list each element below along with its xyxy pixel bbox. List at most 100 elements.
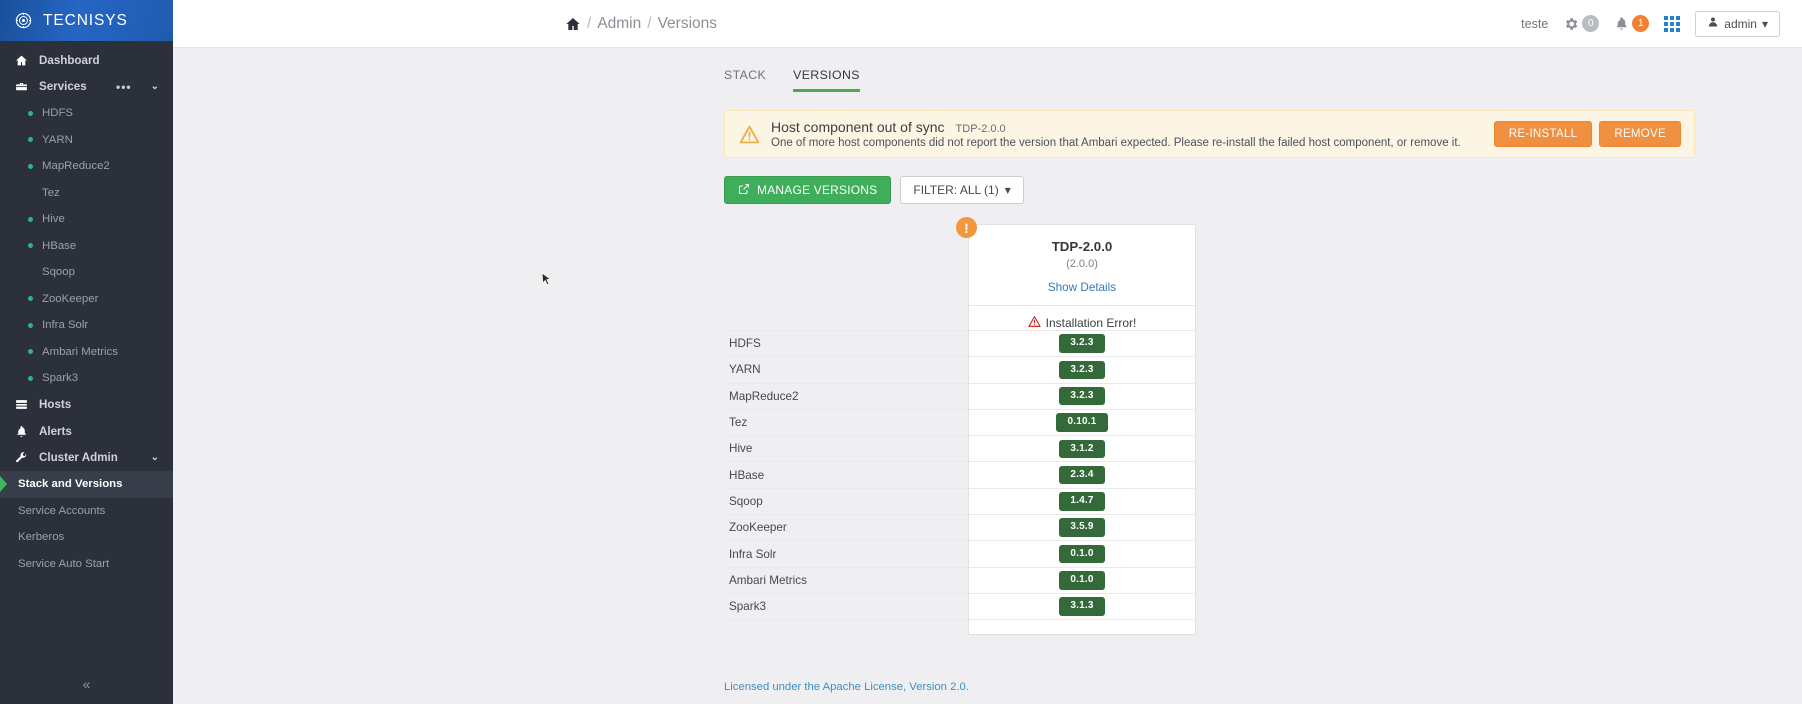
service-name-cell: Sqoop — [724, 487, 968, 514]
re-install-button[interactable]: RE-INSTALL — [1493, 121, 1593, 147]
sidebar-item-service-auto-start[interactable]: Service Auto Start — [0, 551, 173, 578]
table-row: HDFS 3.2.3 — [724, 330, 1196, 357]
status-dot-icon — [28, 243, 33, 249]
double-chevron-left-icon: « — [82, 676, 91, 692]
sidebar-item-ambari-metrics[interactable]: Ambari Metrics — [0, 339, 173, 366]
sidebar-item-service-accounts[interactable]: Service Accounts — [0, 498, 173, 525]
sidebar-item-hbase[interactable]: HBase — [0, 233, 173, 260]
alert-text-block: Host component out of sync TDP-2.0.0 One… — [771, 119, 1461, 149]
service-label: Hive — [42, 213, 65, 226]
sidebar-item-yarn[interactable]: YARN — [0, 127, 173, 154]
version-chip: 3.1.2 — [1059, 439, 1105, 459]
content-area: STACK VERSIONS Host component out of syn… — [173, 48, 1802, 704]
error-badge-icon: ! — [956, 217, 977, 238]
sidebar-item-label: Hosts — [39, 398, 72, 412]
sidebar-item-mapreduce2[interactable]: MapReduce2 — [0, 153, 173, 180]
license-footer: Licensed under the Apache License, Versi… — [724, 678, 969, 696]
service-label: MapReduce2 — [42, 160, 110, 173]
table-row: Ambari Metrics 0.1.0 — [724, 566, 1196, 593]
sidebar-item-infra-solr[interactable]: Infra Solr — [0, 312, 173, 339]
service-name-cell: HDFS — [724, 330, 968, 356]
sidebar-item-services[interactable]: Services ••• ⌄ — [0, 74, 173, 101]
sidebar-item-sqoop[interactable]: Sqoop — [0, 259, 173, 286]
background-operations-button[interactable]: 0 — [1563, 15, 1600, 32]
sidebar-item-cluster-admin[interactable]: Cluster Admin ⌄ — [0, 445, 173, 472]
service-label: HDFS — [42, 107, 74, 120]
sidebar: TECNISYS Dashboard Services ••• ⌄ HDFS Y… — [0, 0, 173, 704]
filter-label: FILTER: ALL (1) — [913, 183, 999, 197]
tab-versions[interactable]: VERSIONS — [793, 68, 860, 92]
service-version-cell: 0.1.0 — [968, 566, 1196, 593]
brand-name: TECNISYS — [43, 11, 128, 29]
table-row: MapReduce2 3.2.3 — [724, 382, 1196, 409]
page-inner: Host component out of sync TDP-2.0.0 One… — [173, 110, 1802, 636]
brand-logo[interactable]: TECNISYS — [0, 0, 173, 41]
briefcase-icon — [14, 80, 28, 93]
service-name-cell: Hive — [724, 435, 968, 461]
sidebar-item-label: Services — [39, 80, 87, 94]
status-dot-icon — [28, 110, 33, 116]
remove-button[interactable]: REMOVE — [1599, 121, 1681, 147]
manage-versions-button[interactable]: MANAGE VERSIONS — [724, 176, 892, 204]
sidebar-item-kerberos[interactable]: Kerberos — [0, 524, 173, 551]
service-version-cell: 3.2.3 — [968, 382, 1196, 409]
user-icon — [1707, 16, 1719, 31]
breadcrumb-versions[interactable]: Versions — [658, 15, 717, 33]
status-dot-icon — [28, 349, 33, 355]
breadcrumb-separator: / — [647, 14, 652, 32]
service-version-cell: 3.1.2 — [968, 435, 1196, 462]
chevron-down-icon[interactable]: ⌄ — [151, 452, 159, 463]
sidebar-item-stack-and-versions[interactable]: Stack and Versions — [0, 471, 173, 498]
caret-down-icon: ▾ — [1004, 183, 1011, 197]
user-menu-button[interactable]: admin ▾ — [1695, 10, 1780, 37]
table-row: Infra Solr 0.1.0 — [724, 540, 1196, 567]
external-link-icon — [738, 183, 750, 198]
service-name-cell: HBase — [724, 461, 968, 487]
license-link[interactable]: Licensed under the Apache License, Versi… — [724, 681, 969, 693]
table-row: Sqoop 1.4.7 — [724, 487, 1196, 515]
table-row: HBase 2.3.4 — [724, 461, 1196, 488]
sidebar-item-hdfs[interactable]: HDFS — [0, 100, 173, 127]
service-name-cell: Spark3 — [724, 592, 968, 619]
table-footer-row — [724, 619, 1196, 636]
services-more-icon[interactable]: ••• — [116, 81, 132, 93]
version-chip: 2.3.4 — [1059, 465, 1105, 485]
tab-stack[interactable]: STACK — [724, 68, 766, 92]
service-version-cell: 3.5.9 — [968, 514, 1196, 541]
status-dot-icon — [28, 296, 33, 302]
service-label: YARN — [42, 133, 73, 146]
grid-icon[interactable] — [1664, 15, 1681, 32]
service-label: HBase — [42, 239, 77, 252]
sidebar-item-hive[interactable]: Hive — [0, 206, 173, 233]
version-chip: 0.1.0 — [1059, 571, 1105, 590]
sidebar-item-alerts[interactable]: Alerts — [0, 418, 173, 445]
status-dot-icon — [28, 163, 33, 169]
gear-icon — [1563, 16, 1579, 32]
sidebar-item-zookeeper[interactable]: ZooKeeper — [0, 286, 173, 313]
sidebar-collapse-button[interactable]: « — [0, 664, 173, 704]
service-name-cell: Infra Solr — [724, 540, 968, 566]
sidebar-item-tez[interactable]: Tez — [0, 180, 173, 207]
bell-icon — [1614, 16, 1629, 31]
sidebar-item-dashboard[interactable]: Dashboard — [0, 47, 173, 74]
breadcrumb-admin[interactable]: Admin — [597, 15, 641, 33]
filter-button[interactable]: FILTER: ALL (1) ▾ — [900, 176, 1024, 204]
service-version-rows: HDFS 3.2.3 YARN 3.2.3 MapReduce2 3.2.3 T… — [724, 224, 1196, 636]
wrench-icon — [14, 451, 28, 464]
sidebar-item-spark3[interactable]: Spark3 — [0, 365, 173, 392]
bell-icon — [14, 425, 28, 438]
version-chip: 3.2.3 — [1059, 334, 1105, 353]
service-name-cell: ZooKeeper — [724, 514, 968, 540]
alert-description: One of more host components did not repo… — [771, 137, 1461, 149]
user-menu-label: admin — [1724, 16, 1757, 31]
service-name-cell: YARN — [724, 356, 968, 382]
status-dot-icon — [28, 137, 33, 143]
alerts-button[interactable]: 1 — [1614, 15, 1650, 32]
main-area: / Admin / Versions teste 0 1 admin ▾ STA… — [173, 0, 1802, 704]
version-chip: 3.5.9 — [1059, 518, 1105, 537]
table-row: Spark3 3.1.3 — [724, 592, 1196, 620]
home-icon[interactable] — [565, 16, 581, 32]
alert-title-row: Host component out of sync TDP-2.0.0 — [771, 119, 1461, 135]
chevron-down-icon[interactable]: ⌄ — [151, 81, 159, 92]
sidebar-item-hosts[interactable]: Hosts — [0, 392, 173, 419]
